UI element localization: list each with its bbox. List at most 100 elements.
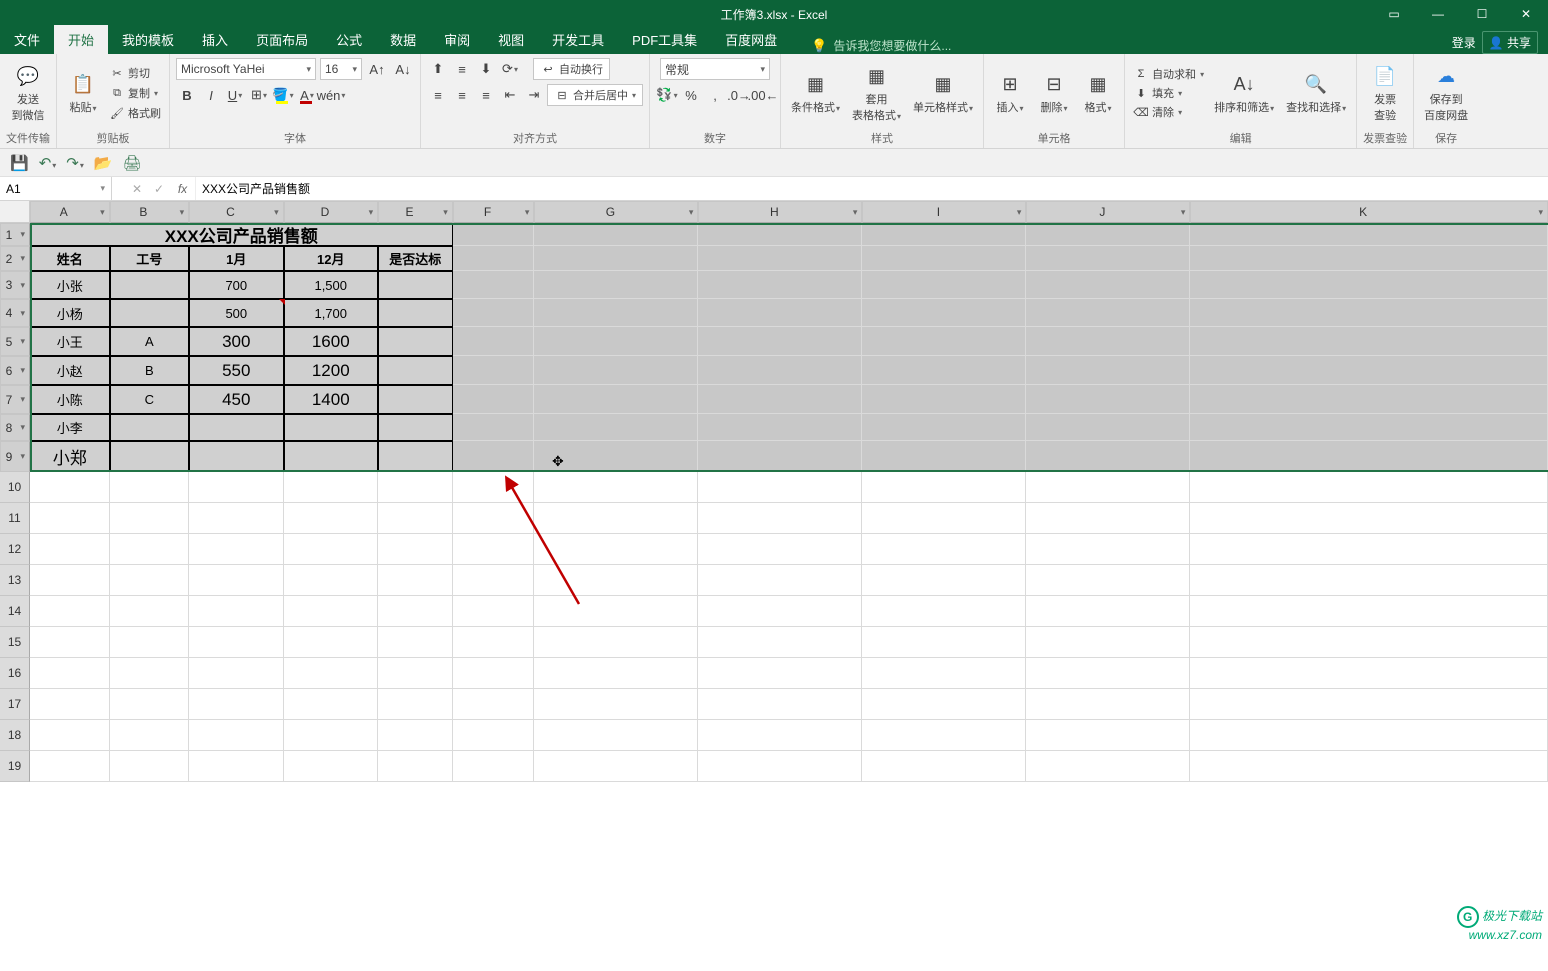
cell[interactable] [189,658,283,689]
cell[interactable] [189,689,283,720]
cell[interactable] [534,534,698,565]
col-header[interactable]: F [453,201,535,223]
menu-tab-4[interactable]: 页面布局 [242,25,322,54]
cell[interactable] [453,596,535,627]
cell[interactable] [110,299,190,327]
cell[interactable] [534,658,698,689]
row-header[interactable]: 8 [0,414,30,441]
cell[interactable] [284,503,378,534]
cell[interactable] [1026,627,1190,658]
row-header[interactable]: 19 [0,751,30,782]
name-box[interactable]: A1▾ [0,177,112,200]
cell[interactable] [534,689,698,720]
fill-button[interactable]: ⬇填充▾ [1131,84,1206,102]
fx-icon[interactable]: fx [170,177,196,200]
cell[interactable]: 小张 [30,271,110,299]
tell-me[interactable]: 告诉我您想要做什么... [833,37,951,54]
cell[interactable]: 1,500 [284,271,378,299]
cell[interactable] [378,565,453,596]
cell[interactable] [1190,299,1548,327]
cell[interactable] [453,565,535,596]
cell[interactable] [698,271,862,299]
cell[interactable] [378,503,453,534]
cell[interactable]: 工号 [110,246,190,271]
paste-button[interactable]: 📋 粘贴▾ [63,69,103,117]
print-preview-icon[interactable]: 🖨 [123,154,142,172]
cell[interactable] [1190,627,1548,658]
cell[interactable] [534,596,698,627]
cell[interactable] [1026,565,1190,596]
format-button[interactable]: ▦格式▾ [1078,69,1118,117]
cell[interactable] [1026,596,1190,627]
number-format-select[interactable]: 常规 [660,58,770,80]
cell[interactable] [698,246,862,271]
cell[interactable]: 小王 [30,327,110,356]
cell[interactable] [189,720,283,751]
cell[interactable] [1190,534,1548,565]
row-header[interactable]: 10 [0,472,30,503]
cell[interactable] [453,356,535,385]
cell[interactable] [453,720,535,751]
cell[interactable] [862,414,1026,441]
decrease-font-icon[interactable]: A↓ [392,58,414,80]
invoice-check-button[interactable]: 📄发票 查验 [1365,61,1405,125]
row-header[interactable]: 16 [0,658,30,689]
cell[interactable] [534,299,698,327]
increase-indent-icon[interactable]: ⇥ [523,84,545,106]
send-wechat-button[interactable]: 💬 发送 到微信 [8,61,49,125]
row-header[interactable]: 4 [0,299,30,327]
cell[interactable] [698,223,862,246]
cell[interactable] [189,503,283,534]
row-header[interactable]: 1 [0,223,30,246]
cell[interactable]: A [110,327,190,356]
align-middle-icon[interactable]: ≡ [451,58,473,80]
cell[interactable] [1026,441,1190,472]
cell[interactable] [453,299,535,327]
cell[interactable] [862,356,1026,385]
cell[interactable] [698,385,862,414]
underline-button[interactable]: U▾ [224,84,246,106]
cell[interactable] [1190,658,1548,689]
cell[interactable]: 1600 [284,327,378,356]
cell[interactable] [378,534,453,565]
cell[interactable] [110,565,190,596]
cell[interactable] [1026,356,1190,385]
cell[interactable] [284,441,378,472]
cell[interactable] [30,596,110,627]
cell[interactable]: 12月 [284,246,378,271]
row-header[interactable]: 5 [0,327,30,356]
cell[interactable]: 小赵 [30,356,110,385]
cell[interactable] [862,472,1026,503]
select-all-corner[interactable] [0,201,30,223]
cell[interactable] [862,271,1026,299]
cell[interactable] [378,385,453,414]
cell[interactable] [378,472,453,503]
cell[interactable] [862,299,1026,327]
cell[interactable] [534,503,698,534]
cell[interactable] [1026,223,1190,246]
font-color-button[interactable]: A▾ [296,84,318,106]
cell[interactable] [189,472,283,503]
cell[interactable] [534,565,698,596]
cut-button[interactable]: ✂剪切 [107,64,163,82]
menu-tab-2[interactable]: 我的模板 [108,25,188,54]
cell[interactable] [1190,565,1548,596]
align-left-icon[interactable]: ≡ [427,84,449,106]
cell[interactable]: 700 [189,271,283,299]
cell[interactable] [698,720,862,751]
row-header[interactable]: 6 [0,356,30,385]
menu-tab-10[interactable]: PDF工具集 [618,25,711,54]
cell[interactable] [110,503,190,534]
cell[interactable] [453,534,535,565]
cell[interactable] [189,596,283,627]
save-icon[interactable]: 💾 [10,154,29,172]
enter-formula-icon[interactable]: ✓ [148,177,170,200]
row-header[interactable]: 2 [0,246,30,271]
cell[interactable] [453,414,535,441]
cell[interactable] [453,327,535,356]
row-header[interactable]: 13 [0,565,30,596]
cell[interactable] [1026,534,1190,565]
increase-font-icon[interactable]: A↑ [366,58,388,80]
cell[interactable] [1190,472,1548,503]
cell[interactable] [698,565,862,596]
